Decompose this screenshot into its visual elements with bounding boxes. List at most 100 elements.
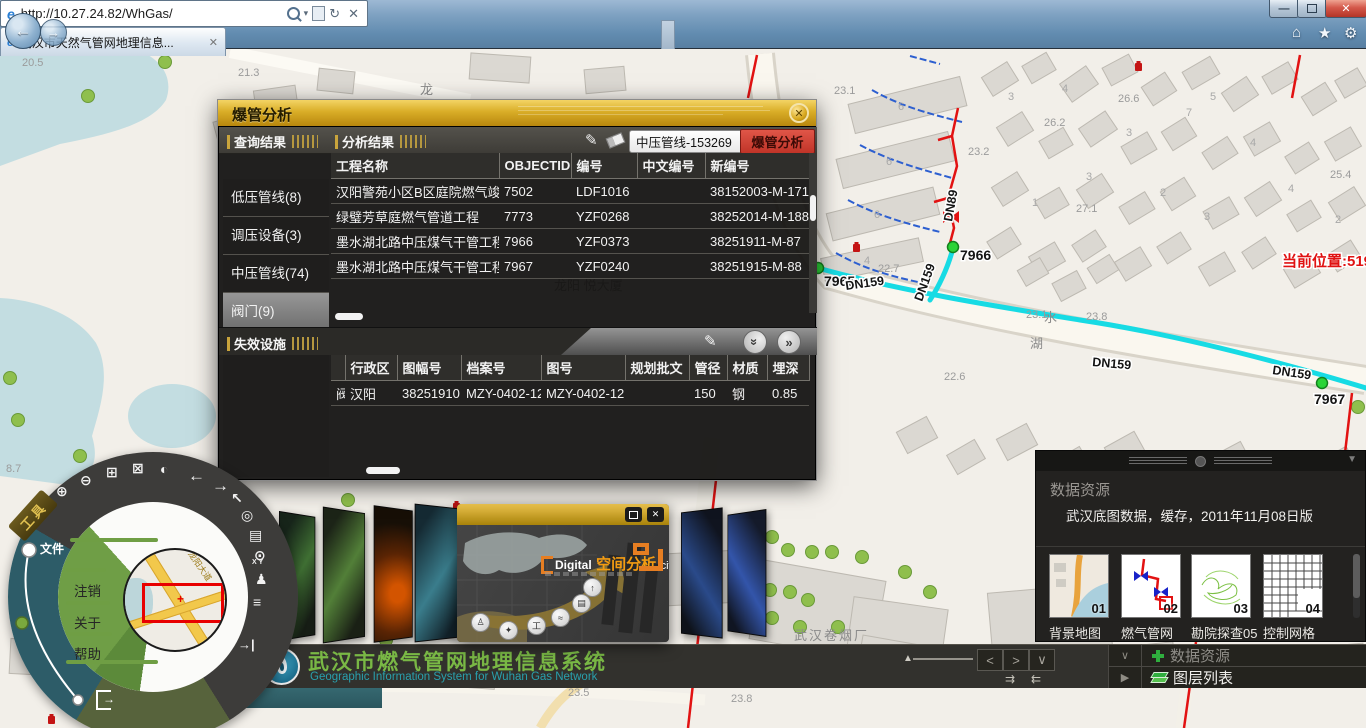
col-header[interactable]: 档案号 [461,355,541,381]
tool-button[interactable]: ♙ [471,613,490,632]
table-row[interactable]: 墨水湖北路中压煤气干管工程17966 YZF0373 38251911-M-87 [331,229,809,254]
module-card[interactable] [727,509,766,637]
query-item-medium-pressure[interactable]: 中压管线(74) [223,255,329,293]
eraser-icon[interactable] [606,132,626,149]
pan-icon[interactable]: ⊞ [106,465,118,479]
data-resource-toggle[interactable]: 数据资源 [1170,645,1230,666]
attribute-table-icon[interactable]: ▤ [249,528,262,542]
col-header[interactable]: 新编号 [705,153,809,179]
identify-icon[interactable]: ◎ [241,508,253,522]
prev-extent-button[interactable]: < [977,649,1003,671]
window-restore-button[interactable] [1297,0,1327,18]
module-card[interactable] [323,507,365,644]
layer-list-toggle[interactable]: 图层列表 [1173,667,1233,688]
layer-thumb-control-grid[interactable]: 04 [1263,554,1323,618]
url-text[interactable]: http://10.27.24.82/WhGas/ [21,6,287,21]
panel-drag-handle[interactable]: ▼ [1036,451,1365,471]
next-view-icon[interactable]: → [212,477,229,494]
module-card[interactable] [681,507,723,638]
table-row[interactable]: 阀 汉阳 38251910 MZY-0402-12 MZY-0402-12 15… [331,381,809,406]
module-window-spatial-analysis[interactable]: ✕ Digital 空间分析 city [457,504,669,642]
tool-button[interactable]: ✦ [499,621,518,640]
layer-thumb-gas-network[interactable]: 02 [1121,554,1181,618]
stop-icon[interactable]: ✕ [348,6,359,22]
col-header[interactable]: 编号 [571,153,637,179]
menu-item-logout[interactable]: 注销 [74,580,101,600]
home-icon[interactable]: ⌂ [1292,24,1301,41]
module-card[interactable] [415,504,458,643]
tool-button[interactable]: ≈ [551,608,570,627]
favorites-star-icon[interactable]: ★ [1318,24,1331,42]
query-item-regulator[interactable]: 调压设备(3) [223,217,329,255]
refresh-icon[interactable]: ↻ [329,6,340,22]
window-close-button[interactable]: ✕ [1325,0,1366,18]
tool-button[interactable]: 工 [527,616,546,635]
tool-button[interactable]: ↑ [583,578,602,597]
rewind-icon[interactable]: ⇇ [1031,672,1041,686]
menu-item-about[interactable]: 关于 [74,612,101,632]
fast-forward-icon[interactable]: ⇉ [1005,672,1015,686]
tools-gear-icon[interactable]: ⚙ [1344,24,1357,42]
overview-minimap[interactable]: 龙阳大道 + [123,548,227,652]
layer-thumb-background-map[interactable]: 01 [1049,554,1109,618]
module-close-button[interactable]: ✕ [647,507,664,522]
expand-right-button[interactable]: » [777,330,801,354]
query-item-low-pressure[interactable]: 低压管线(8) [223,179,329,217]
table-row[interactable]: 汉阳警苑小区B区庭院燃气竣工图7502 LDF1016 38152003-M-1… [331,179,809,204]
h-scrollbar-thumb[interactable] [335,313,363,320]
panel-collapse-icon[interactable]: ▼ [1347,454,1357,465]
col-header[interactable]: 工程名称 [331,153,499,179]
h-scrollbar-thumb[interactable] [366,467,400,474]
col-header[interactable]: 规划批文 [625,355,689,381]
v-scrollbar-track[interactable] [809,153,817,313]
layer-thumb-survey[interactable]: 03 [1191,554,1251,618]
panel-scrollbar[interactable] [1353,554,1360,618]
expand-down-button[interactable]: » [743,330,767,354]
scale-slider-marker[interactable]: ▲ [903,653,913,664]
full-extent-icon[interactable]: ⊠ [132,461,144,475]
col-header[interactable]: 埋深 [767,355,809,381]
zoom-in-icon[interactable]: ⊕ [56,484,68,498]
list-icon[interactable]: ≡ [253,595,261,609]
tab-close-icon[interactable]: ✕ [209,36,218,49]
globe-icon[interactable]: ◐ [160,462,168,476]
previous-view-icon[interactable]: ← [188,467,205,484]
search-dropdown-icon[interactable]: ▾ [304,8,309,19]
next-extent-button[interactable]: > [1003,649,1029,671]
col-header[interactable]: 行政区 [345,355,397,381]
layer-label[interactable]: 勘院探查05 [1191,623,1257,642]
module-card[interactable] [374,505,413,643]
expand-layer-list-button[interactable]: ▶ [1109,667,1142,688]
logout-door-icon[interactable]: → [96,690,111,710]
col-header[interactable]: 图幅号 [397,355,461,381]
scale-slider-track[interactable] [913,658,973,660]
burst-analysis-button[interactable]: 爆管分析 [740,129,815,154]
col-header[interactable]: OBJECTID [499,153,571,179]
file-menu-label[interactable]: 文件 [40,540,64,557]
search-icon[interactable] [287,7,300,20]
new-tab-stub[interactable] [661,20,675,49]
tool-button[interactable]: ▤ [572,594,591,613]
col-header[interactable]: 中文编号 [637,153,705,179]
layer-label[interactable]: 控制网格 [1263,623,1315,642]
col-header[interactable]: 管径 [689,355,727,381]
layer-label[interactable]: 燃气管网 [1121,623,1173,642]
dialog-close-button[interactable]: ✕ [789,103,809,123]
col-header[interactable]: 材质 [727,355,767,381]
draw-pencil-icon[interactable]: ✎ [585,131,598,149]
collapse-toolbar-button[interactable]: ∨ [1029,649,1055,671]
col-header[interactable]: 图号 [541,355,625,381]
table-row[interactable]: 绿璧芳草庭燃气管道工程7773 YZF0268 38252014-M-1886 [331,204,809,229]
collapse-menu-icon[interactable]: →| [238,638,255,651]
module-window-titlebar[interactable]: ✕ [457,504,669,525]
table-row[interactable]: 墨水湖北路中压煤气干管工程17967 YZF0240 38251915-M-88 [331,254,809,279]
window-minimize-button[interactable]: — [1269,0,1299,18]
edit-pencil-icon[interactable]: ✎ [704,332,717,350]
query-item-valve[interactable]: 阀门(9) [223,293,329,331]
layer-label[interactable]: 背景地图 [1049,623,1101,642]
v-scrollbar-thumb[interactable] [810,195,816,221]
select-icon[interactable]: ↖ [231,491,243,505]
compatibility-view-icon[interactable] [312,6,325,21]
module-minimize-button[interactable] [625,507,642,522]
dialog-titlebar[interactable]: 爆管分析 ✕ [218,100,816,128]
